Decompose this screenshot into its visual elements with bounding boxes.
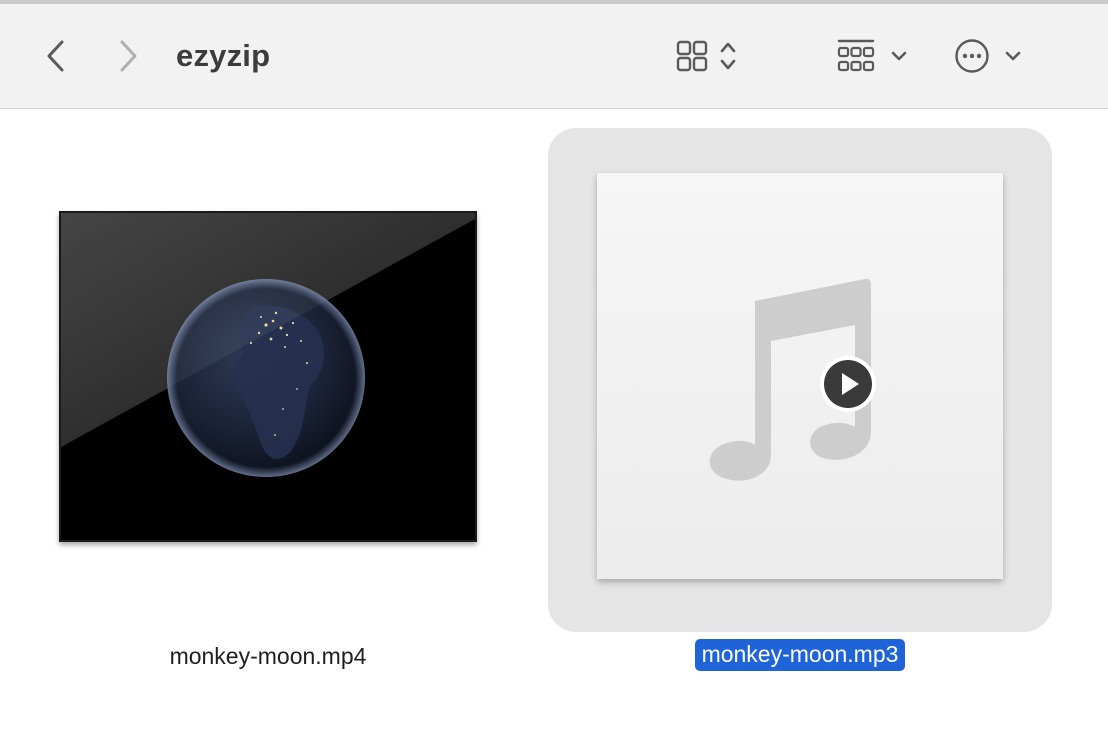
file-item-audio[interactable]: monkey-moon.mp3 [548,128,1052,673]
chevron-down-icon [1005,51,1021,61]
file-grid: monkey-moon.mp4 monkey-moon.mp3 [0,109,1108,752]
play-button[interactable] [818,354,878,414]
chevron-left-icon [47,40,64,72]
group-by-icon [837,39,875,72]
chevron-right-icon [120,40,137,72]
music-note-icon [709,278,871,481]
file-name-label: monkey-moon.mp4 [169,643,367,669]
window-title: ezyzip [176,38,271,73]
toolbar: ezyzip [0,4,1108,109]
video-thumbnail [59,211,477,542]
more-actions-button[interactable] [948,34,1028,78]
file-item-video[interactable]: monkey-moon.mp4 [40,129,496,674]
chevron-down-icon [891,51,907,61]
ellipsis-circle-icon [955,39,989,73]
grid-view-icon [676,40,708,72]
back-button[interactable] [36,34,76,78]
earth-night-image [61,213,475,540]
up-down-chevron-icon [720,42,736,70]
audio-thumbnail [597,173,1003,579]
view-mode-button[interactable] [666,34,746,78]
play-icon [820,356,876,412]
file-name-wrap: monkey-moon.mp3 [548,639,1052,671]
group-by-button[interactable] [830,34,914,78]
forward-button[interactable] [108,34,148,78]
file-name-label-selected: monkey-moon.mp3 [694,639,906,671]
